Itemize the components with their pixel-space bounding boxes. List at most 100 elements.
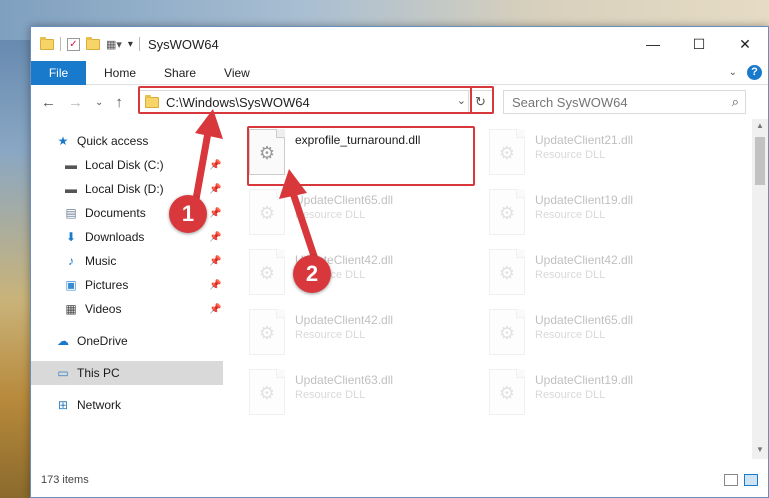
file-type: Resource DLL <box>535 209 606 221</box>
dll-file-icon: ⚙ <box>249 369 285 415</box>
star-icon: ★ <box>57 134 69 148</box>
new-folder-icon[interactable] <box>86 36 100 50</box>
computer-icon: ▭ <box>57 366 69 380</box>
tab-home[interactable]: Home <box>90 66 150 80</box>
back-arrow-icon[interactable]: ← <box>41 94 56 111</box>
vertical-scrollbar[interactable]: ▲ ▼ <box>752 119 768 459</box>
file-item[interactable]: ⚙ UpdateClient65.dll Resource DLL <box>489 309 719 361</box>
sidebar-item-label: Pictures <box>85 278 129 292</box>
file-name: UpdateClient21.dll <box>535 133 634 147</box>
close-button[interactable]: ✕ <box>722 27 768 61</box>
dll-file-icon: ⚙ <box>249 309 285 355</box>
file-item[interactable]: ⚙ UpdateClient19.dll Resource DLL <box>489 369 719 421</box>
quick-access-toolbar: ✓ ▦▾ ▾ <box>31 36 140 51</box>
step-2-badge: 2 <box>293 255 331 293</box>
gear-icon: ⚙ <box>258 383 276 403</box>
properties-icon[interactable]: ✓ <box>67 37 80 51</box>
up-arrow-icon[interactable]: ↑ <box>115 94 123 111</box>
file-name: UpdateClient19.dll <box>535 373 634 387</box>
maximize-button[interactable]: ☐ <box>676 27 722 61</box>
sidebar-item-music[interactable]: ♪ Music 📌 <box>31 249 223 273</box>
divider <box>138 37 140 51</box>
forward-arrow-icon[interactable]: → <box>68 94 83 111</box>
file-type: Resource DLL <box>535 389 606 401</box>
item-count: 173 items <box>41 474 89 486</box>
sidebar-item-label: Local Disk (C:) <box>85 158 164 172</box>
tab-view[interactable]: View <box>210 66 264 80</box>
file-name: UpdateClient19.dll <box>535 193 634 207</box>
scrollbar-thumb[interactable] <box>755 137 765 185</box>
file-type: Resource DLL <box>535 269 606 281</box>
pin-icon: 📌 <box>209 255 222 267</box>
minimize-button[interactable]: — <box>630 27 676 61</box>
pin-icon: 📌 <box>209 303 222 315</box>
search-input[interactable] <box>512 94 712 110</box>
file-type: Resource DLL <box>535 329 606 341</box>
help-icon[interactable]: ? <box>747 65 762 80</box>
window-title: SysWOW64 <box>147 36 219 52</box>
sidebar-item-label: This PC <box>77 366 120 380</box>
details-view-icon[interactable] <box>724 474 738 486</box>
sidebar-item-label: OneDrive <box>77 334 128 348</box>
drive-icon: ▬ <box>65 158 77 172</box>
dll-file-icon: ⚙ <box>489 249 525 295</box>
file-item[interactable]: ⚙ UpdateClient42.dll Resource DLL <box>249 309 479 361</box>
file-name: UpdateClient63.dll <box>295 373 394 387</box>
pin-icon: 📌 <box>209 279 222 291</box>
refresh-highlight <box>470 86 494 114</box>
download-icon: ⬇ <box>65 230 77 244</box>
ribbon-tabs: File Home Share View ⌄ ? <box>31 60 768 85</box>
file-name: UpdateClient42.dll <box>535 253 634 267</box>
sidebar-item-label: Documents <box>85 206 146 220</box>
customize-toolbar-icon[interactable]: ▦▾ <box>106 38 122 51</box>
divider <box>60 37 61 51</box>
gear-icon: ⚙ <box>498 383 516 403</box>
gear-icon: ⚙ <box>498 263 516 283</box>
gear-icon: ⚙ <box>498 323 516 343</box>
network-icon: ⊞ <box>57 398 69 412</box>
gear-icon: ⚙ <box>498 143 516 163</box>
chevron-down-icon[interactable]: ⌄ <box>729 67 737 78</box>
sidebar-item-this-pc[interactable]: ▭ This PC <box>31 361 223 385</box>
file-item[interactable]: ⚙ UpdateClient63.dll Resource DLL <box>249 369 479 421</box>
dll-file-icon: ⚙ <box>489 189 525 235</box>
file-type: Resource DLL <box>295 389 366 401</box>
status-bar: 173 items <box>31 463 768 497</box>
sidebar-item-onedrive[interactable]: ☁ OneDrive <box>31 329 223 353</box>
document-icon: ▤ <box>65 206 77 220</box>
chevron-down-icon[interactable]: ▾ <box>128 39 133 50</box>
cloud-icon: ☁ <box>57 334 69 348</box>
sidebar-item-label: Music <box>85 254 117 268</box>
pictures-icon: ▣ <box>65 278 77 292</box>
folder-icon <box>40 36 54 50</box>
sidebar-item-videos[interactable]: ▦ Videos 📌 <box>31 297 223 321</box>
sidebar-item-pictures[interactable]: ▣ Pictures 📌 <box>31 273 223 297</box>
gear-icon: ⚙ <box>498 203 516 223</box>
dll-file-icon: ⚙ <box>489 369 525 415</box>
drive-icon: ▬ <box>65 182 77 196</box>
tab-file[interactable]: File <box>31 60 86 85</box>
file-name: UpdateClient42.dll <box>295 313 394 327</box>
sidebar-item-label: Local Disk (D:) <box>85 182 164 196</box>
scroll-down-icon[interactable]: ▼ <box>756 445 764 454</box>
file-name: UpdateClient65.dll <box>535 313 634 327</box>
dll-file-icon: ⚙ <box>489 129 525 175</box>
file-item[interactable]: ⚙ UpdateClient19.dll Resource DLL <box>489 189 719 241</box>
search-icon: ⌕ <box>731 94 739 109</box>
step-1-badge: 1 <box>169 195 207 233</box>
scroll-up-icon[interactable]: ▲ <box>756 121 764 130</box>
file-type: Resource DLL <box>535 149 606 161</box>
videos-icon: ▦ <box>65 302 77 316</box>
sidebar-item-label: Network <box>77 398 122 412</box>
sidebar-item-network[interactable]: ⊞ Network <box>31 393 223 417</box>
sidebar-item-label: Downloads <box>85 230 145 244</box>
file-item[interactable]: ⚙ UpdateClient42.dll Resource DLL <box>489 249 719 301</box>
file-explorer-window: ✓ ▦▾ ▾ SysWOW64 — ☐ ✕ File Home Share Vi… <box>30 26 769 498</box>
file-item[interactable]: ⚙ UpdateClient21.dll Resource DLL <box>489 129 719 181</box>
music-icon: ♪ <box>68 254 74 268</box>
recent-locations-icon[interactable]: ⌄ <box>95 97 103 108</box>
gear-icon: ⚙ <box>258 323 276 343</box>
search-box[interactable]: ⌕ <box>503 90 746 114</box>
tab-share[interactable]: Share <box>150 66 210 80</box>
large-icons-view-icon[interactable] <box>744 474 758 486</box>
